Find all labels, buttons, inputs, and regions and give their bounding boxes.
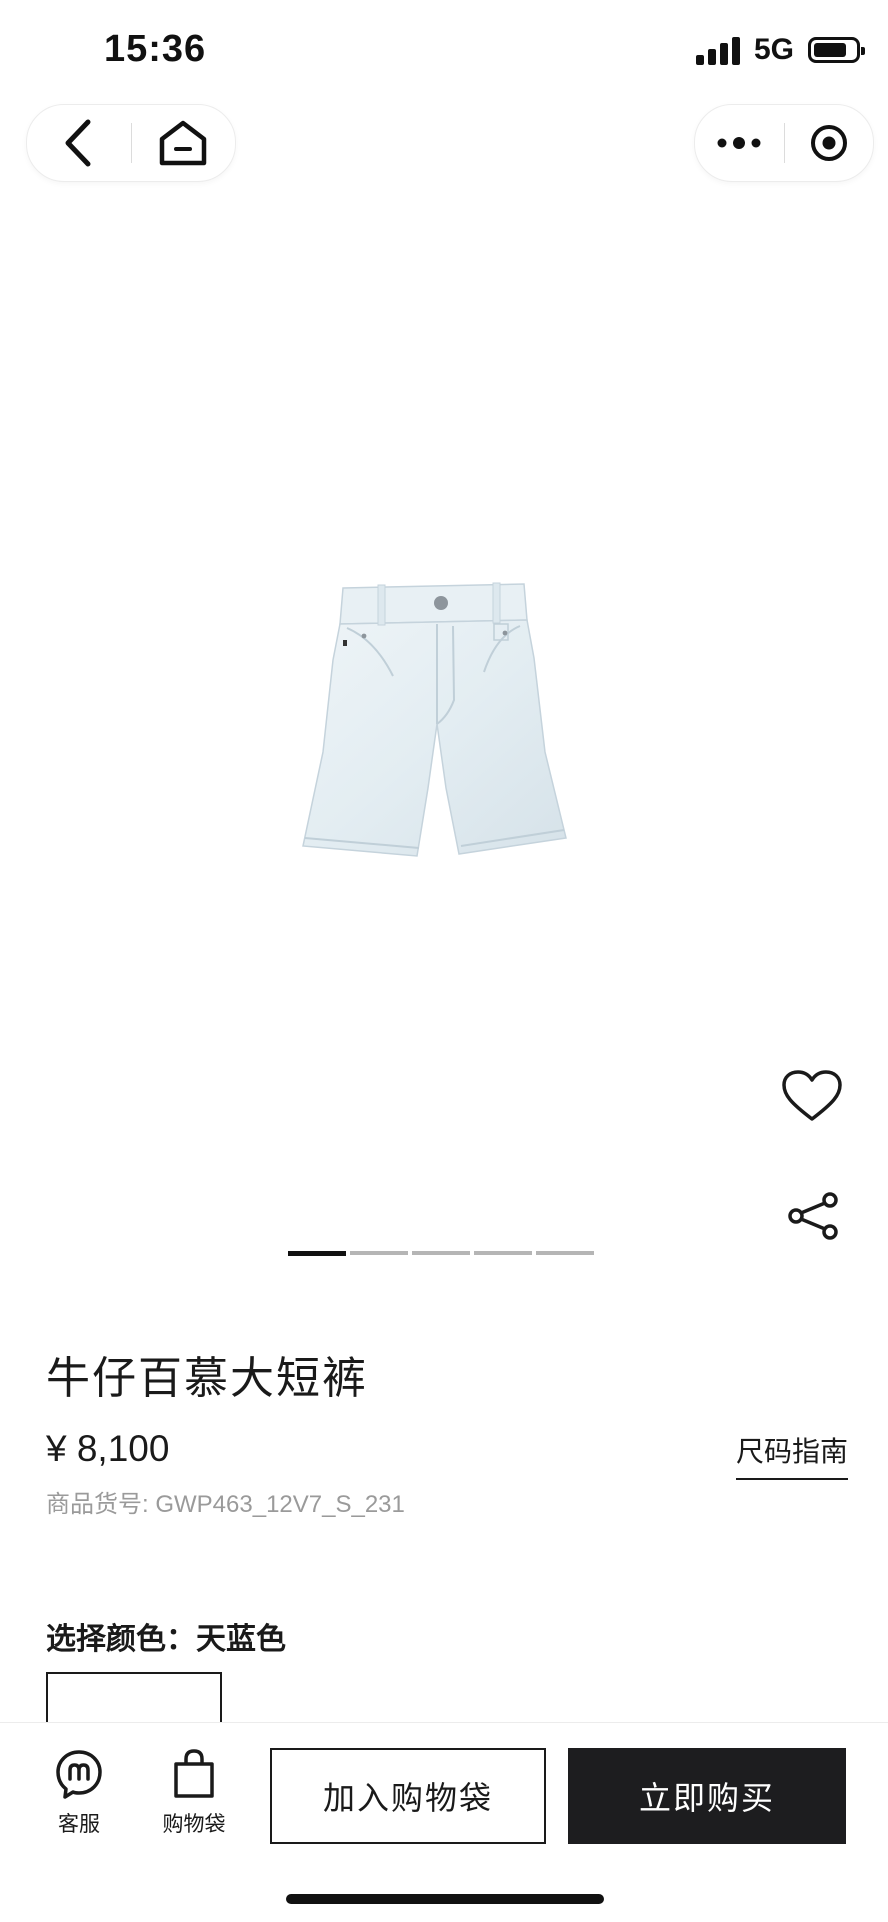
selected-color: 天蓝色 bbox=[196, 1623, 286, 1656]
gallery-dot[interactable] bbox=[350, 1251, 408, 1255]
gallery-dot[interactable] bbox=[536, 1251, 594, 1255]
close-miniprogram-button[interactable] bbox=[785, 105, 874, 181]
color-label: 选择颜色： bbox=[46, 1623, 196, 1656]
customer-service-button[interactable]: 客服 bbox=[52, 1748, 106, 1838]
shopping-bag-icon bbox=[174, 1749, 214, 1798]
product-title: 牛仔百慕大短裤 bbox=[46, 1354, 368, 1403]
gallery-pagination bbox=[288, 1251, 594, 1256]
favorite-button[interactable] bbox=[775, 1062, 849, 1130]
gallery-dot[interactable] bbox=[474, 1251, 532, 1255]
share-button[interactable] bbox=[780, 1186, 846, 1246]
size-guide-link[interactable]: 尺码指南 bbox=[736, 1430, 849, 1480]
more-dots-icon bbox=[717, 137, 761, 149]
share-icon bbox=[788, 1192, 838, 1240]
signal-icon bbox=[695, 35, 740, 65]
network-type: 5G bbox=[753, 33, 794, 66]
back-button[interactable] bbox=[27, 105, 131, 181]
battery-fill bbox=[814, 43, 846, 57]
home-button[interactable] bbox=[132, 105, 236, 181]
product-image-gallery[interactable] bbox=[0, 190, 888, 1240]
gallery-dot[interactable] bbox=[288, 1251, 346, 1256]
home-icon bbox=[160, 120, 207, 166]
customer-service-label: 客服 bbox=[58, 1813, 100, 1836]
status-time: 15:36 bbox=[104, 28, 207, 70]
product-price: ¥ 8,100 bbox=[46, 1428, 170, 1469]
product-image bbox=[302, 582, 567, 857]
nav-capsule-right bbox=[694, 104, 874, 182]
shopping-bag-label: 购物袋 bbox=[162, 1813, 226, 1836]
home-indicator[interactable] bbox=[286, 1894, 604, 1904]
sku-label: 商品货号: bbox=[46, 1491, 149, 1518]
heart-outline-icon bbox=[782, 1070, 842, 1121]
nav-capsule-left bbox=[26, 104, 236, 182]
status-indicators: 5G bbox=[695, 30, 865, 70]
shopping-bag-button[interactable]: 购物袋 bbox=[158, 1748, 230, 1838]
more-button[interactable] bbox=[695, 105, 784, 181]
buy-now-button[interactable]: 立即购买 bbox=[568, 1748, 846, 1844]
battery-icon bbox=[808, 37, 865, 63]
color-selector-label: 选择颜色：天蓝色 bbox=[46, 1614, 286, 1658]
product-sku: 商品货号: GWP463_12V7_S_231 bbox=[46, 1484, 405, 1519]
sku-value: GWP463_12V7_S_231 bbox=[155, 1491, 405, 1518]
add-to-bag-button[interactable]: 加入购物袋 bbox=[270, 1748, 546, 1844]
chat-bubble-icon bbox=[56, 1750, 102, 1799]
gallery-dot[interactable] bbox=[412, 1251, 470, 1255]
target-circle-icon bbox=[810, 125, 847, 161]
chevron-left-icon bbox=[65, 119, 91, 167]
